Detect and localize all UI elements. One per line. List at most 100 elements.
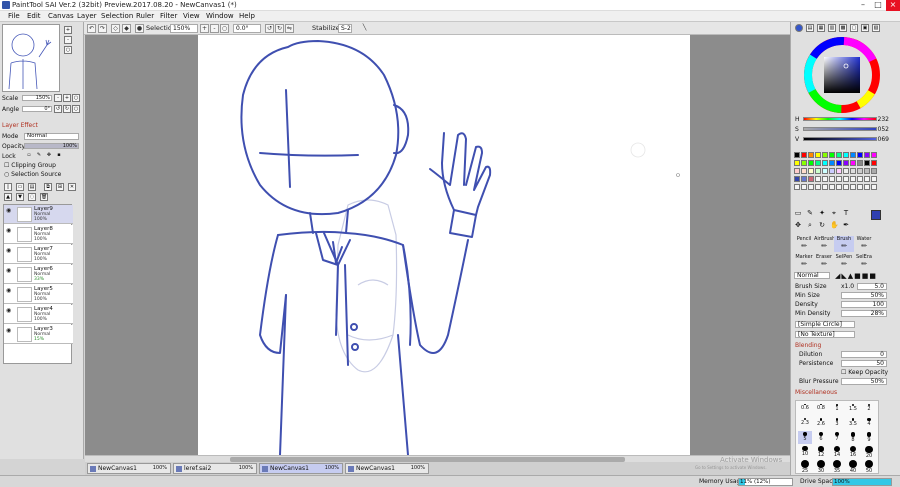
color-swatch[interactable]: [843, 160, 849, 166]
color-swatch[interactable]: [808, 160, 814, 166]
brush-size-preset[interactable]: 3: [830, 417, 844, 430]
move-icon[interactable]: ✥: [794, 222, 802, 230]
color-swatch[interactable]: [822, 152, 828, 158]
color-swatch[interactable]: [843, 168, 849, 174]
color-swatch[interactable]: [850, 152, 856, 158]
colorset-tab-icon[interactable]: ▣: [861, 24, 869, 32]
hue-slider[interactable]: [803, 117, 877, 121]
undo-button[interactable]: ↶: [87, 24, 96, 33]
brush-size-preset[interactable]: 0.8: [814, 403, 828, 416]
eye-icon[interactable]: ◉: [6, 227, 11, 234]
color-swatch[interactable]: [815, 176, 821, 182]
angle-reset-icon[interactable]: ○: [72, 105, 80, 113]
eye-icon[interactable]: ◉: [6, 247, 11, 254]
zoom-in-button[interactable]: +: [200, 24, 209, 33]
lock-pen-icon[interactable]: ✎: [35, 152, 43, 160]
color-swatch[interactable]: [808, 184, 814, 190]
brush-shape-select[interactable]: [Simple Circle]: [795, 321, 855, 328]
color-swatch[interactable]: [822, 184, 828, 190]
color-swatch[interactable]: [871, 160, 877, 166]
color-swatch[interactable]: [864, 184, 870, 190]
min-density-slider[interactable]: 28%: [841, 310, 887, 317]
horizontal-scrollbar[interactable]: [85, 455, 790, 462]
tab-leref[interactable]: leref.sai2 100%: [173, 463, 257, 474]
brush-size-field[interactable]: 5.0: [857, 283, 887, 290]
color-swatch[interactable]: [829, 184, 835, 190]
color-swatch[interactable]: [808, 168, 814, 174]
lock-pixels-icon[interactable]: ▫: [25, 152, 33, 160]
tool-brush[interactable]: Brush ✏: [834, 236, 854, 252]
color-swatch[interactable]: [815, 168, 821, 174]
brush-size-preset[interactable]: 14: [830, 445, 844, 458]
color-swatch[interactable]: [815, 160, 821, 166]
nav-reset-icon[interactable]: ○: [64, 46, 72, 54]
straight-line-icon[interactable]: ╲: [360, 24, 369, 33]
density-slider[interactable]: 100: [841, 301, 887, 308]
new-folder-icon[interactable]: ▭: [16, 183, 24, 191]
nav-zoom-out-icon[interactable]: -: [64, 36, 72, 44]
color-swatch[interactable]: [857, 152, 863, 158]
layer-copy-icon[interactable]: ⧉: [44, 183, 52, 191]
color-swatch[interactable]: [843, 152, 849, 158]
color-swatch[interactable]: [850, 184, 856, 190]
color-swatch[interactable]: [857, 184, 863, 190]
trash-icon[interactable]: 🗑: [40, 193, 48, 201]
layer-clear-icon[interactable]: ◌: [28, 193, 36, 201]
brush-size-preset[interactable]: 9: [862, 431, 876, 444]
color-swatch[interactable]: [836, 184, 842, 190]
color-swatch[interactable]: [829, 152, 835, 158]
layer-row[interactable]: ◉ Layer7 Normal 100%: [4, 245, 73, 264]
brush-size-preset[interactable]: 1: [830, 403, 844, 416]
rotate-left-button[interactable]: ↺: [265, 24, 274, 33]
rotate-icon[interactable]: ↻: [818, 222, 826, 230]
color-swatch[interactable]: [794, 160, 800, 166]
brush-mode-select[interactable]: Normal: [794, 272, 830, 279]
clipping-group-checkbox[interactable]: ☐ Clipping Group: [4, 162, 56, 169]
mixer-tab-icon[interactable]: ▥: [828, 24, 836, 32]
swatch-tab-icon[interactable]: ▩: [839, 24, 847, 32]
layer-row[interactable]: ◉ Layer9 Normal 100%: [4, 205, 73, 224]
mode-select[interactable]: Normal: [24, 133, 79, 140]
menu-filter[interactable]: Filter: [160, 12, 177, 20]
angle-slider[interactable]: 0°: [22, 106, 52, 112]
color-swatch[interactable]: [836, 160, 842, 166]
close-button[interactable]: ×: [886, 0, 900, 11]
eye-icon[interactable]: ◉: [6, 327, 11, 334]
brush-texture-select[interactable]: [No Texture]: [795, 331, 855, 338]
zoom-icon[interactable]: ⌕: [806, 222, 814, 230]
color-wheel-tab-icon[interactable]: [795, 24, 803, 32]
brush-size-preset[interactable]: 4: [862, 417, 876, 430]
minimize-button[interactable]: –: [856, 0, 870, 11]
color-swatch[interactable]: [822, 168, 828, 174]
color-wheel[interactable]: [803, 36, 881, 114]
color-swatches[interactable]: [794, 152, 882, 200]
color-swatch[interactable]: [794, 176, 800, 182]
opacity-slider[interactable]: 100%: [24, 143, 79, 149]
layer-row[interactable]: ◉ Layer3 Normal 15%: [4, 325, 73, 344]
brush-size-preset[interactable]: 50: [862, 459, 876, 474]
color-swatch[interactable]: [794, 168, 800, 174]
color-swatch[interactable]: [801, 184, 807, 190]
brush-size-preset[interactable]: 6: [814, 431, 828, 444]
canvas-paper[interactable]: [198, 35, 690, 455]
lock-move-icon[interactable]: ✥: [45, 152, 53, 160]
brush-size-preset[interactable]: 2.3: [798, 417, 812, 430]
brush-size-preset[interactable]: 3.5: [846, 417, 860, 430]
new-layer-icon[interactable]: ▯: [4, 183, 12, 191]
color-swatch[interactable]: [864, 152, 870, 158]
selection-source-checkbox[interactable]: ○ Selection Source: [4, 171, 61, 178]
flip-button[interactable]: ⇋: [285, 24, 294, 33]
brush-size-preset[interactable]: 12: [814, 445, 828, 458]
select-rect-icon[interactable]: ▭: [794, 210, 802, 218]
color-swatch[interactable]: [808, 176, 814, 182]
canvas-area[interactable]: [85, 35, 790, 455]
tool-selera[interactable]: SelEra ✏: [854, 254, 874, 270]
color-slider-tab-icon[interactable]: ▤: [806, 24, 814, 32]
brush-size-preset[interactable]: 30: [814, 459, 828, 474]
brush-size-preset[interactable]: 5: [798, 431, 812, 444]
saturation-slider[interactable]: [803, 127, 877, 131]
tool-airbrush[interactable]: AirBrush ✏: [814, 236, 835, 252]
scratchpad-tab-icon[interactable]: ▢: [850, 24, 858, 32]
maximize-button[interactable]: □: [871, 0, 885, 11]
tab-newcanvas1[interactable]: NewCanvas1 100%: [87, 463, 171, 474]
